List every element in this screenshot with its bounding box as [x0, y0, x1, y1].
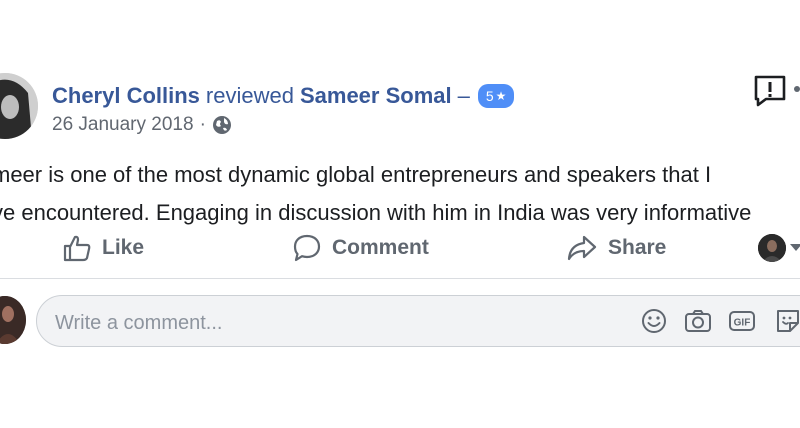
more-options-icon[interactable]	[794, 86, 800, 92]
author-name-link[interactable]: Cheryl Collins	[52, 83, 200, 109]
star-icon: ★	[495, 89, 507, 103]
divider	[0, 278, 800, 279]
comment-composer[interactable]: GIF	[36, 295, 800, 347]
globe-icon[interactable]	[212, 115, 232, 135]
reaction-profile-avatar[interactable]	[758, 234, 786, 262]
emoji-icon[interactable]	[639, 306, 669, 336]
sticker-icon[interactable]	[773, 306, 800, 336]
review-text: meer is one of the most dynamic global e…	[0, 156, 800, 232]
share-button[interactable]: Share	[566, 226, 666, 270]
share-arrow-icon	[567, 235, 597, 261]
post-action-bar: Like Comment Share	[0, 226, 800, 270]
post-date-link[interactable]: 26 January 2018	[52, 114, 194, 136]
commenter-avatar[interactable]	[0, 296, 26, 344]
comment-button[interactable]: Comment	[292, 226, 429, 270]
commenter-avatar-image	[0, 296, 26, 344]
header-dash: –	[457, 83, 470, 108]
svg-text:GIF: GIF	[734, 318, 751, 329]
camera-icon[interactable]	[683, 306, 713, 336]
comment-bubble-icon	[293, 234, 321, 262]
page-name-link[interactable]: Sameer Somal	[300, 83, 452, 109]
share-label: Share	[608, 236, 667, 259]
profile-image	[758, 234, 786, 262]
author-avatar-image	[0, 73, 38, 139]
like-label: Like	[102, 236, 145, 259]
comment-input[interactable]	[53, 308, 617, 338]
thumbs-up-icon	[63, 235, 91, 262]
review-line: meer is one of the most dynamic global e…	[0, 162, 712, 187]
rating-badge: 5 ★	[477, 84, 515, 108]
post-header: Cheryl Collins reviewed Sameer Somal – 5…	[52, 80, 515, 112]
header-verb: reviewed	[205, 83, 294, 108]
chevron-down-icon[interactable]	[790, 244, 800, 251]
like-button[interactable]: Like	[62, 226, 144, 270]
post-meta: 26 January 2018 ·	[52, 112, 232, 138]
report-icon[interactable]	[752, 73, 788, 109]
rating-value: 5	[485, 88, 494, 104]
meta-separator: ·	[199, 114, 206, 135]
comment-label: Comment	[332, 236, 429, 259]
gif-icon[interactable]: GIF	[727, 306, 757, 336]
author-avatar[interactable]	[0, 73, 38, 139]
